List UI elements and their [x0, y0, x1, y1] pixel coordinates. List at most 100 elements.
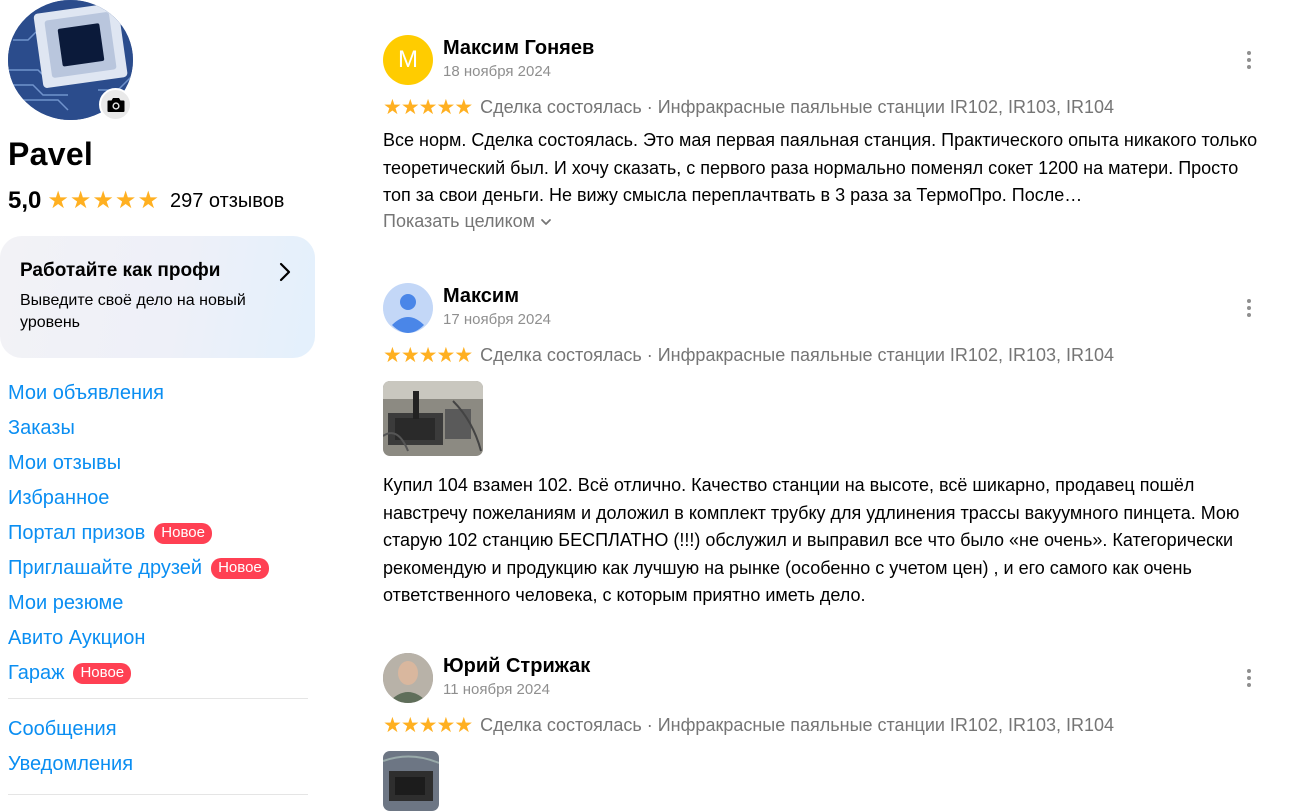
show-full-button[interactable]: Показать целиком	[383, 211, 1283, 232]
review-photo-image	[383, 381, 483, 456]
chevron-right-icon	[279, 262, 291, 282]
pro-card-title: Работайте как профи	[20, 260, 221, 281]
default-user-icon	[383, 283, 433, 333]
avatar-letter: М	[398, 46, 418, 73]
review-avatar[interactable]	[383, 283, 433, 333]
star-icon: ★	[418, 95, 438, 119]
sidebar-divider	[8, 698, 308, 699]
pro-card-subtitle: Выведите своё дело на новый уровень	[20, 292, 246, 331]
profile-name: Pavel	[8, 136, 94, 172]
more-vertical-icon[interactable]	[1239, 47, 1259, 73]
sidebar-nav-secondary: Сообщения Уведомления	[8, 712, 133, 782]
review-author-name[interactable]: Юрий Стрижак	[443, 654, 590, 678]
review-avatar-photo	[383, 653, 433, 703]
sidebar-item-orders[interactable]: Заказы	[8, 411, 269, 446]
star-icon: ★	[436, 95, 455, 119]
review-date: 11 ноября 2024	[443, 681, 550, 698]
sidebar-item-label: Уведомления	[8, 753, 134, 775]
review-stars: ★ ★ ★ ★ ★	[383, 713, 473, 737]
camera-icon	[107, 97, 124, 112]
review-card: Максим 17 ноября 2024 ★ ★ ★ ★ ★ Сделка состо…	[383, 283, 1283, 610]
rating-stars: ★ ★ ★ ★ ★	[47, 189, 160, 213]
review-photo-thumbnail[interactable]	[383, 751, 439, 811]
star-icon: ★	[454, 95, 473, 119]
star-icon: ★	[383, 95, 402, 119]
review-meta: ★ ★ ★ ★ ★ Сделка состоялась · Инфракрасные п…	[383, 341, 1283, 369]
review-avatar[interactable]	[383, 653, 433, 703]
new-badge: Новое	[154, 523, 212, 544]
review-author: Максим Гоняев 18 ноября 2024	[443, 35, 594, 80]
sidebar-item-label: Сообщения	[8, 718, 117, 740]
star-icon: ★	[436, 343, 455, 367]
review-meta: ★ ★ ★ ★ ★ Сделка состоялась · Инфракрасные п…	[383, 711, 1283, 739]
review-author: Юрий Стрижак 11 ноября 2024	[443, 653, 590, 698]
sidebar-item-notifications[interactable]: Уведомления	[8, 747, 133, 782]
star-icon: ★	[436, 713, 455, 737]
more-vertical-icon[interactable]	[1239, 295, 1259, 321]
review-card: Юрий Стрижак 11 ноября 2024 ★ ★ ★ ★ ★ Сделка…	[383, 653, 1283, 811]
sidebar-item-invite-friends[interactable]: Приглашайте друзей Новое	[8, 551, 269, 586]
sidebar-item-label: Мои отзывы	[8, 452, 122, 474]
review-photo-image	[383, 751, 439, 811]
review-author-name[interactable]: Максим Гоняев	[443, 36, 594, 60]
review-header: Юрий Стрижак 11 ноября 2024	[383, 653, 1283, 703]
star-icon: ★	[69, 187, 92, 214]
sidebar-item-my-reviews[interactable]: Мои отзывы	[8, 446, 269, 481]
sidebar-divider	[8, 794, 308, 795]
sidebar-item-label: Авито Аукцион	[8, 627, 146, 649]
star-icon: ★	[383, 713, 402, 737]
profile-rating: 5,0 ★ ★ ★ ★ ★ 297 отзывов	[8, 186, 284, 216]
star-icon: ★	[137, 187, 159, 214]
star-icon: ★	[92, 187, 114, 214]
review-stars: ★ ★ ★ ★ ★	[383, 95, 473, 119]
chevron-down-icon	[541, 218, 551, 225]
star-icon: ★	[418, 343, 438, 367]
star-icon: ★	[114, 187, 137, 214]
sidebar-item-label: Мои объявления	[8, 382, 164, 404]
new-badge: Новое	[73, 663, 132, 684]
sidebar-item-label: Гараж	[8, 662, 65, 684]
star-icon: ★	[47, 187, 69, 214]
review-author-name[interactable]: Максим	[443, 284, 551, 308]
review-author: Максим 17 ноября 2024	[443, 283, 551, 328]
sidebar-item-prize-portal[interactable]: Портал призов Новое	[8, 516, 269, 551]
more-vertical-icon[interactable]	[1239, 665, 1259, 691]
review-deal-info: Сделка состоялась · Инфракрасные паяльны…	[480, 96, 1115, 117]
review-avatar[interactable]: М	[383, 35, 433, 85]
sidebar-item-label: Заказы	[8, 417, 75, 439]
review-date: 18 ноября 2024	[443, 63, 552, 80]
star-icon: ★	[400, 343, 420, 367]
sidebar-item-messages[interactable]: Сообщения	[8, 712, 133, 747]
star-icon: ★	[383, 343, 402, 367]
review-date: 17 ноября 2024	[443, 311, 552, 328]
sidebar-nav: Мои объявления Заказы Мои отзывы Избранн…	[8, 376, 269, 691]
change-photo-button[interactable]	[99, 88, 132, 121]
star-icon: ★	[454, 343, 473, 367]
review-header: Максим 17 ноября 2024	[383, 283, 1283, 333]
sidebar-item-my-ads[interactable]: Мои объявления	[8, 376, 269, 411]
show-full-label: Показать целиком	[383, 211, 536, 231]
review-header: М Максим Гоняев 18 ноября 2024	[383, 35, 1283, 85]
star-icon: ★	[418, 713, 438, 737]
sidebar-item-label: Портал призов	[8, 522, 146, 544]
sidebar-item-avito-auction[interactable]: Авито Аукцион	[8, 621, 269, 656]
review-meta: ★ ★ ★ ★ ★ Сделка состоялась · Инфракрасные п…	[383, 93, 1283, 121]
sidebar-item-label: Избранное	[8, 487, 110, 509]
sidebar-item-label: Приглашайте друзей	[8, 557, 203, 579]
work-as-pro-card[interactable]: Работайте как профи Выведите своё дело н…	[0, 236, 315, 358]
review-photo-thumbnail[interactable]	[383, 381, 483, 456]
review-text: Купил 104 взамен 102. Всё отлично. Качес…	[383, 475, 1240, 605]
profile-sidebar: Pavel 5,0 ★ ★ ★ ★ ★ 297 отзывов Работайт…	[0, 0, 320, 805]
rating-value: 5,0	[8, 187, 42, 214]
sidebar-item-my-resumes[interactable]: Мои резюме	[8, 586, 269, 621]
sidebar-item-label: Мои резюме	[8, 592, 124, 614]
star-icon: ★	[400, 95, 420, 119]
review-stars: ★ ★ ★ ★ ★	[383, 343, 473, 367]
sidebar-item-garage[interactable]: Гараж Новое	[8, 656, 269, 691]
review-card: М Максим Гоняев 18 ноября 2024 ★ ★ ★ ★ ★ Сде…	[383, 35, 1283, 232]
review-deal-info: Сделка состоялась · Инфракрасные паяльны…	[480, 714, 1115, 735]
reviews-count-link[interactable]: 297 отзывов	[170, 190, 284, 213]
new-badge: Новое	[211, 558, 269, 579]
sidebar-item-favorites[interactable]: Избранное	[8, 481, 269, 516]
review-deal-info: Сделка состоялась · Инфракрасные паяльны…	[480, 344, 1115, 365]
